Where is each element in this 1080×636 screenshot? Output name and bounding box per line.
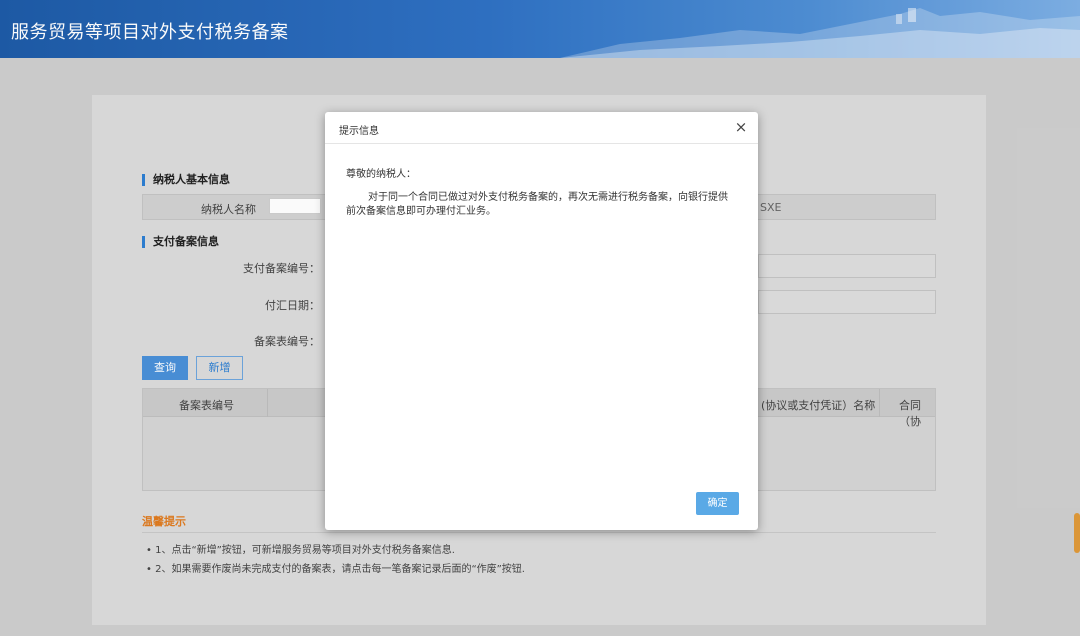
dialog-greeting: 尊敬的纳税人： (346, 169, 416, 180)
info-dialog: 提示信息 × 尊敬的纳税人： 对于同一个合同已做过对外支付税务备案的，再次无需进… (325, 112, 758, 530)
dialog-title: 提示信息 (339, 126, 379, 137)
confirm-button[interactable]: 确定 (696, 492, 739, 515)
dialog-message: 对于同一个合同已做过对外支付税务备案的，再次无需进行税务备案，向银行提供前次备案… (346, 192, 728, 217)
close-icon[interactable]: × (732, 118, 750, 136)
dialog-header: 提示信息 × (325, 112, 758, 144)
